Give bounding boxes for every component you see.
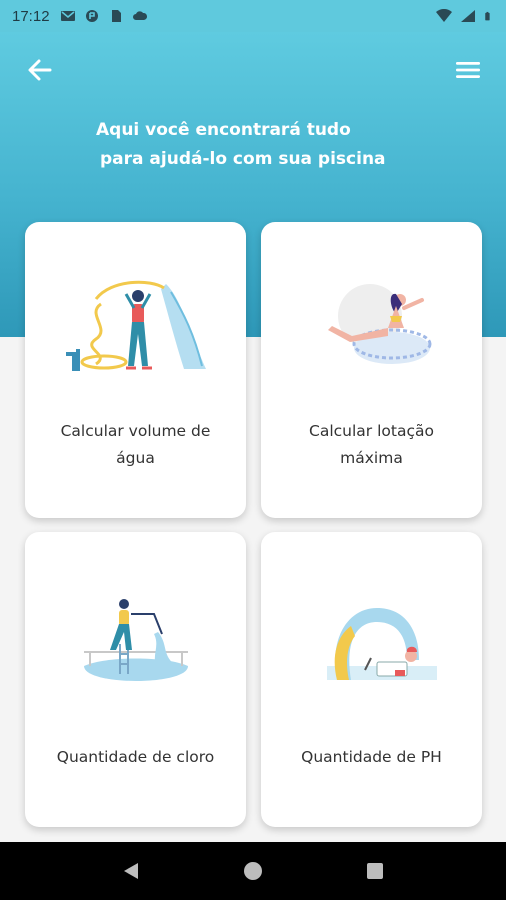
card-quantidade-cloro[interactable]: Quantidade de cloro [25, 532, 246, 827]
ph-test-illustration [261, 600, 482, 690]
battery-icon [485, 11, 490, 21]
card-calcular-volume[interactable]: Calcular volume de água [25, 222, 246, 518]
menu-button[interactable] [452, 56, 484, 84]
recents-square-icon [367, 863, 383, 879]
card-label: Quantidade de cloro [56, 748, 215, 766]
system-nav-bar [0, 842, 506, 900]
hamburger-menu-icon [456, 62, 480, 78]
pool-cleaner-illustration [25, 594, 246, 694]
page-headline: Aqui você encontrará tudo para ajudá-lo … [0, 116, 506, 174]
back-button[interactable] [24, 54, 56, 86]
hose-worker-illustration [25, 274, 246, 384]
headline-line-2: para ajudá-lo com sua piscina [100, 149, 386, 169]
status-bar: 17:12 [0, 0, 506, 32]
headline-line-1: Aqui você encontrará tudo [96, 120, 351, 140]
card-calcular-lotacao[interactable]: Calcular lotação máxima [261, 222, 482, 518]
sim-icon [111, 10, 121, 22]
status-time: 17:12 [12, 7, 50, 25]
arrow-left-icon [28, 59, 52, 81]
nav-recents-button[interactable] [355, 851, 395, 891]
home-circle-icon [244, 862, 262, 880]
wifi-icon [436, 9, 452, 22]
nav-back-button[interactable] [111, 851, 151, 891]
gmail-icon [60, 11, 75, 21]
app-icon [85, 10, 98, 22]
signal-icon [461, 10, 475, 22]
nav-home-button[interactable] [233, 851, 273, 891]
woman-float-illustration [261, 278, 482, 378]
card-label: Calcular lotação máxima [309, 422, 434, 467]
back-triangle-icon [124, 863, 138, 879]
cloud-icon [132, 11, 147, 20]
card-label: Calcular volume de água [60, 422, 211, 467]
card-label: Quantidade de PH [301, 748, 442, 766]
card-quantidade-ph[interactable]: Quantidade de PH [261, 532, 482, 827]
